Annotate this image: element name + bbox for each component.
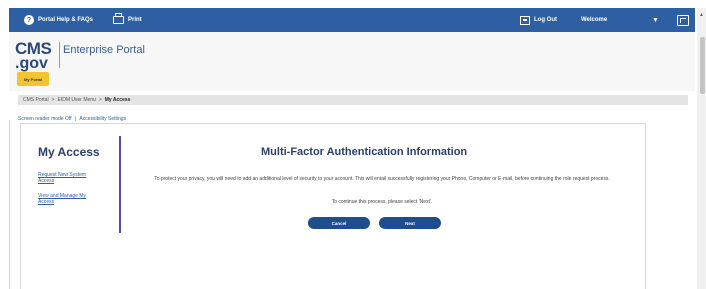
my-access-panel: My Access Request New System Access View… <box>20 123 646 289</box>
page-title: Multi-Factor Authentication Information <box>261 146 468 158</box>
logout-icon <box>520 15 530 25</box>
print-label: Print <box>128 17 142 23</box>
cms-gov-logo[interactable]: CMS .gov <box>15 40 53 72</box>
view-manage-access-link[interactable]: View and Manage My Access <box>38 193 103 205</box>
breadcrumb-separator: > <box>51 97 55 103</box>
breadcrumb-current: My Access <box>104 97 131 103</box>
chevron-down-icon[interactable]: ▼ <box>652 17 659 24</box>
breadcrumb-cms-portal[interactable]: CMS Portal <box>23 97 49 103</box>
expand-icon[interactable] <box>677 14 689 26</box>
print-link[interactable]: Print <box>113 13 142 24</box>
breadcrumb: CMS Portal > EIDM User Menu > My Access <box>18 95 688 105</box>
my-portal-button[interactable]: My Portal <box>17 72 49 86</box>
accessibility-separator: | <box>74 116 77 122</box>
logout-link[interactable]: Log Out <box>520 15 557 25</box>
breadcrumb-separator: > <box>98 97 102 103</box>
breadcrumb-eidm-menu[interactable]: EIDM User Menu <box>57 97 95 103</box>
scrollbar-thumb[interactable] <box>700 37 705 94</box>
logo-gov-text: .gov <box>15 55 48 72</box>
request-new-access-link[interactable]: Request New System Access <box>38 172 103 184</box>
help-icon: ? <box>24 15 34 25</box>
top-navigation-bar: ? Portal Help & FAQs Print Log Out Welco… <box>9 8 695 32</box>
mfa-description: To protect your privacy, you will need t… <box>154 176 610 182</box>
accessibility-links: Screen reader mode Off | Accessibility S… <box>18 116 126 122</box>
sidebar-divider <box>119 136 121 233</box>
help-faq-link[interactable]: ? Portal Help & FAQs <box>24 15 93 25</box>
cancel-button[interactable]: Cancel <box>308 217 370 229</box>
portal-title: Enterprise Portal <box>63 44 145 56</box>
header-band <box>9 32 695 91</box>
printer-icon <box>113 13 125 24</box>
next-button[interactable]: Next <box>379 217 441 229</box>
help-label: Portal Help & FAQs <box>38 17 94 23</box>
left-edge-line <box>9 120 10 289</box>
screen-reader-toggle[interactable]: Screen reader mode Off <box>18 116 72 122</box>
logo-divider <box>59 42 60 68</box>
sidebar-title: My Access <box>38 145 100 159</box>
scroll-up-icon[interactable]: ▲ <box>699 12 704 18</box>
logout-label: Log Out <box>534 17 557 23</box>
welcome-label: Welcome <box>581 17 608 23</box>
accessibility-settings-link[interactable]: Accessibility Settings <box>79 116 126 122</box>
mfa-instruction: To continue this process, please select … <box>331 199 433 205</box>
